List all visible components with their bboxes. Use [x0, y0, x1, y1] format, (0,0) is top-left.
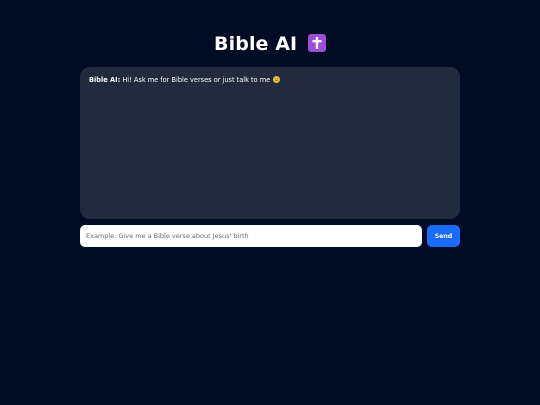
smiling-face-icon	[273, 76, 281, 83]
page-title: Bible AI	[0, 33, 540, 55]
send-button[interactable]: Send	[427, 225, 460, 247]
message-speaker: Bible AI:	[89, 76, 121, 84]
chat-message: Bible AI: Hi! Ask me for Bible verses or…	[89, 75, 451, 85]
composer: Send	[80, 225, 460, 247]
message-input[interactable]	[80, 225, 422, 247]
page-title-text: Bible AI	[214, 33, 298, 55]
chat-history: Bible AI: Hi! Ask me for Bible verses or…	[80, 67, 460, 219]
cross-icon	[307, 34, 326, 52]
message-text: Hi! Ask me for Bible verses or just talk…	[122, 76, 271, 84]
